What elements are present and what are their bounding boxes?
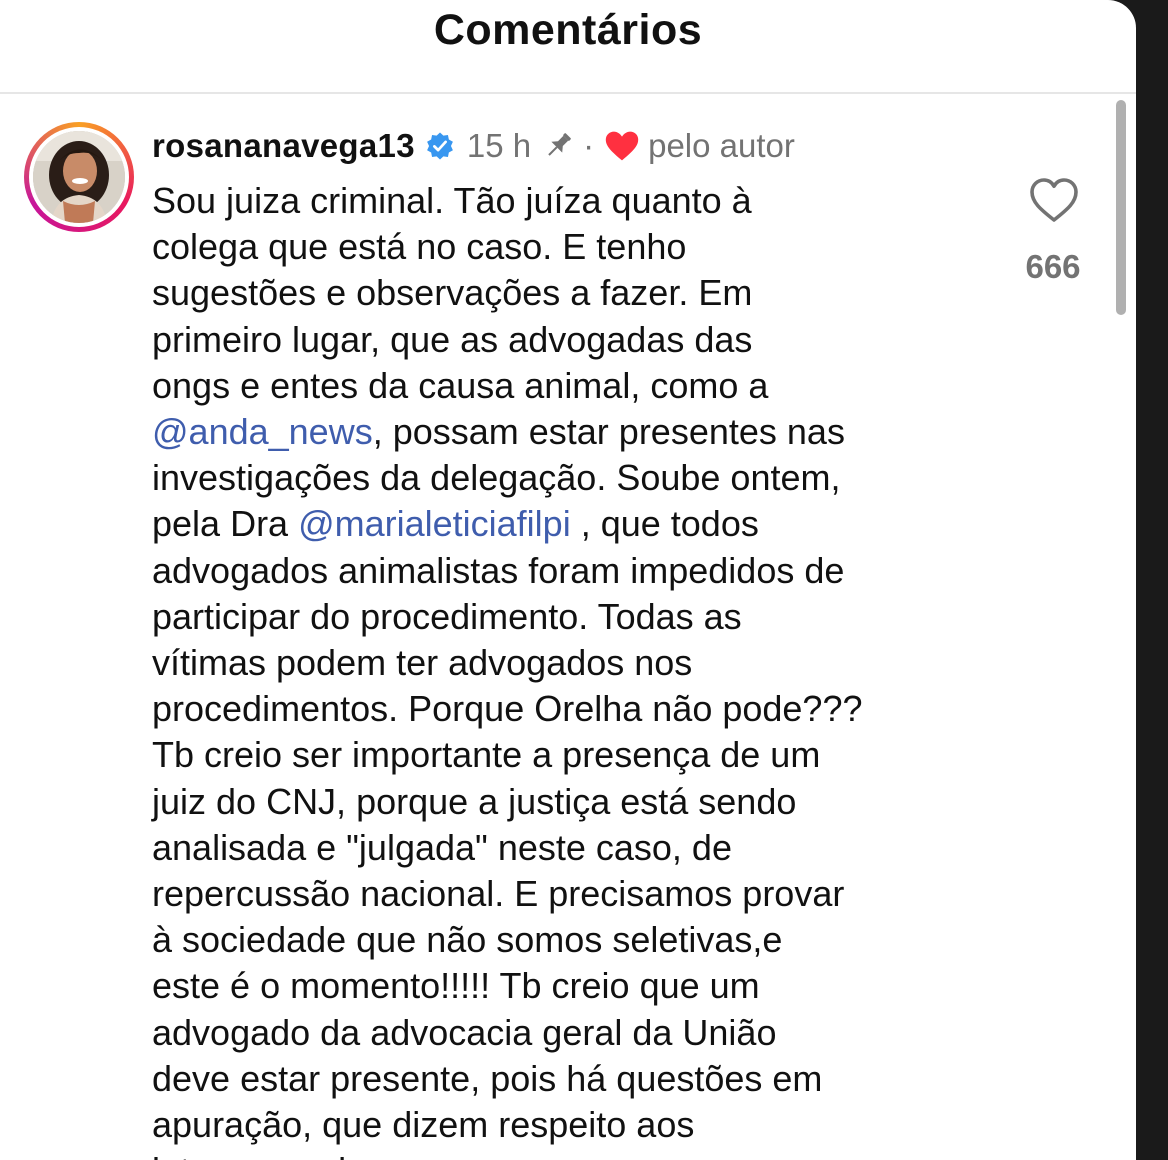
comment-text: Sou juiza criminal. Tão juíza quanto à c…	[152, 178, 982, 1160]
mention-link[interactable]: @anda_news	[152, 411, 373, 452]
avatar-photo	[33, 131, 125, 223]
meta-separator: ·	[583, 127, 595, 164]
comments-header: Comentários	[0, 0, 1136, 94]
comments-sheet: Comentários rosananavega13 15 h · pelo a…	[0, 0, 1136, 1160]
username-link[interactable]: rosananavega13	[152, 127, 415, 165]
heart-outline-icon	[1030, 178, 1078, 222]
verified-badge-icon	[426, 132, 453, 160]
scrollbar[interactable]	[1116, 100, 1126, 315]
like-count: 666	[1025, 248, 1081, 285]
mention-link[interactable]: @marialeticiafilpi	[298, 503, 571, 544]
like-button[interactable]	[1028, 176, 1080, 224]
comment-text-part: , que todos advogados animalistas foram …	[152, 503, 863, 1160]
header-title: Comentários	[433, 6, 703, 54]
liked-by-author-label: pelo autor	[648, 127, 795, 164]
comment-text-part: Sou juiza criminal. Tão juíza quanto à c…	[152, 180, 769, 406]
comment-meta: rosananavega13 15 h · pelo autor	[152, 122, 795, 170]
comment-item: rosananavega13 15 h · pelo autor Sou jui…	[0, 96, 1136, 1160]
pin-icon	[548, 133, 571, 156]
heart-filled-icon	[605, 131, 639, 161]
avatar[interactable]	[24, 122, 134, 232]
avatar-image	[33, 131, 125, 223]
avatar-border	[29, 127, 129, 227]
comment-time: 15 h	[466, 127, 532, 164]
